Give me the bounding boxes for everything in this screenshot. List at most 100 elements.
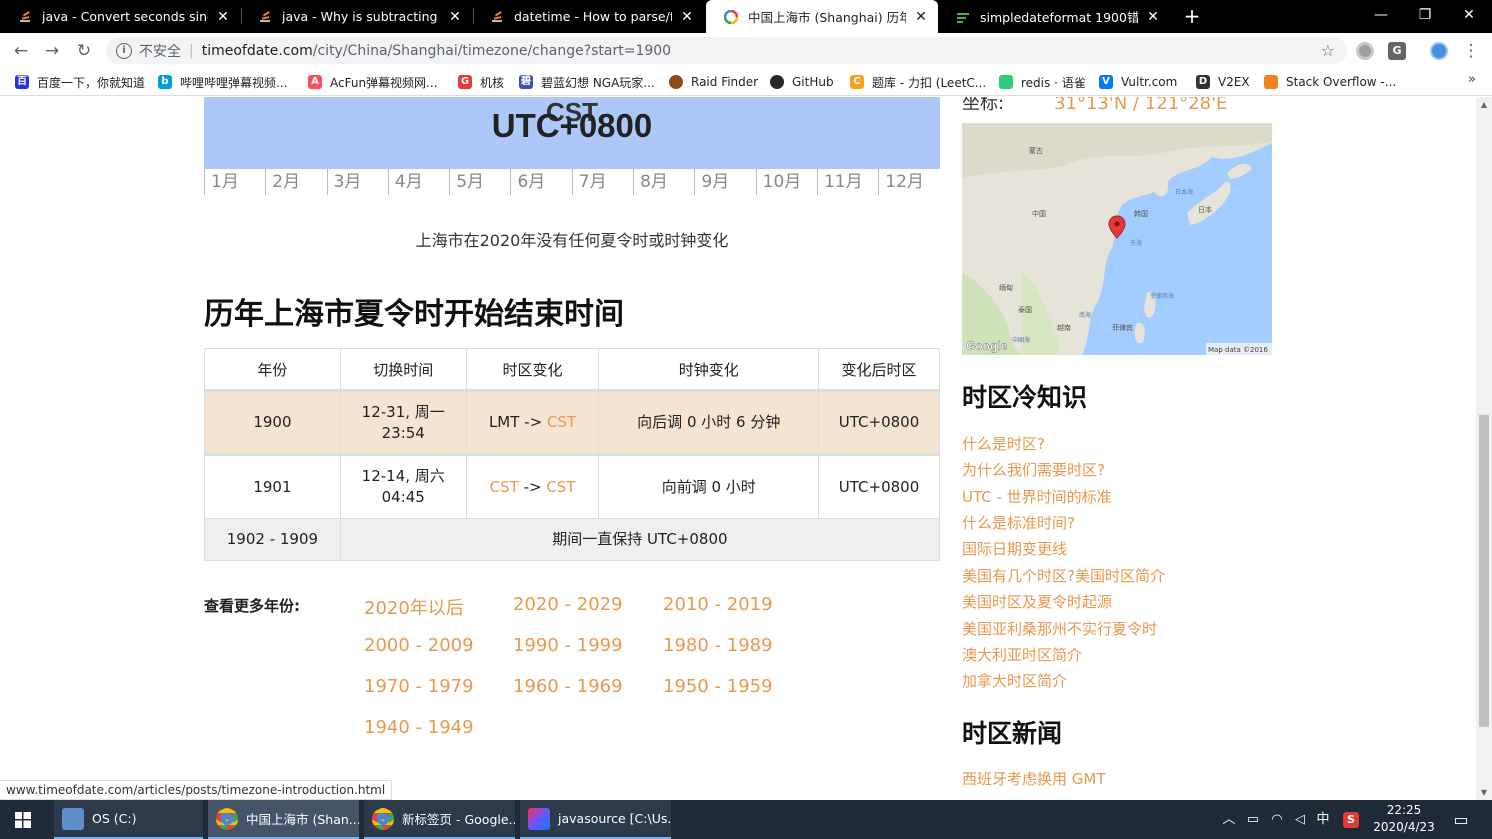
info-icon[interactable]: i [116,42,132,59]
bookmark-gcores[interactable]: G 机核 [458,72,504,92]
trivia-link[interactable]: 为什么我们需要时区? [962,459,1105,480]
clock-change-cell: 向后调 0 小时 6 分钟 [598,390,820,456]
switch-date: 12-14, 周六 [361,467,445,485]
bookmark-stackoverflow[interactable]: Stack Overflow -... [1264,72,1396,92]
year-range-link[interactable]: 1960 - 1969 [513,676,623,697]
minimize-button[interactable]: — [1358,0,1404,30]
location-map[interactable]: 蒙古 中国 韩国 日本海 日本 东海 缅甸 泰国 越南 南海 菲律宾海 菲律宾 … [962,123,1272,355]
bookmark-acfun[interactable]: A AcFun弹幕视频网... [308,72,438,92]
bookmark-github[interactable]: GitHub [770,72,834,92]
trivia-link[interactable]: UTC - 世界时间的标准 [962,486,1112,507]
from-zone-link[interactable]: CST [490,478,519,496]
trivia-link[interactable]: 澳大利亚时区简介 [962,644,1082,665]
bookmark-label: GitHub [792,75,834,89]
taskbar-label: 新标签页 - Google... [402,812,515,827]
year-range-link[interactable]: 1950 - 1959 [663,676,773,697]
map-label: 日本海 [1175,188,1193,196]
close-tab-icon[interactable]: ✕ [914,9,928,25]
tab-java-subtracting[interactable]: java - Why is subtracting these ✕ [240,0,472,33]
maximize-button[interactable]: ❐ [1402,0,1448,30]
page-title: 历年上海市夏令时开始结束时间 [204,297,624,332]
close-tab-icon[interactable]: ✕ [216,9,230,25]
year-range-link[interactable]: 2020年以后 [364,594,464,620]
trivia-link[interactable]: 美国亚利桑那州不实行夏令时 [962,618,1157,639]
year-range-link[interactable]: 2010 - 2019 [663,594,773,615]
bookmark-nga[interactable]: 碧碧蓝幻想 NGA玩家... [519,72,655,92]
notification-icon[interactable]: ▭ [1446,800,1476,839]
volume-icon[interactable]: ◁ [1289,800,1311,839]
scroll-up-icon[interactable]: ▲ [1476,100,1492,109]
tab-shanghai-dst[interactable]: 中国上海市 (Shanghai) 历年夏令 ✕ [706,0,938,33]
taskbar-item-chrome-shanghai[interactable]: 中国上海市 (Shan... [208,800,359,839]
scrollbar-thumb[interactable] [1479,415,1489,727]
bilibili-icon: b [158,75,172,89]
bookmark-v2ex[interactable]: D V2EX [1196,72,1250,92]
taskbar-item-chrome-newtab[interactable]: 新标签页 - Google... [364,800,515,839]
extension-icon[interactable] [1356,42,1374,60]
bookmark-bilibili[interactable]: b 哔哩哔哩弹幕视频... [158,72,287,92]
trivia-link[interactable]: 什么是时区? [962,433,1045,454]
bookmark-raid-finder[interactable]: Raid Finder [669,72,758,92]
bookmark-baidu[interactable]: 百百度一下，你就知道 [15,72,145,92]
trivia-link[interactable]: 美国有几个时区?美国时区简介 [962,565,1165,586]
battery-icon[interactable]: ▭ [1242,800,1264,839]
tab-java-convert-seconds[interactable]: java - Convert seconds since 01 ✕ [0,0,240,33]
ime-indicator[interactable]: 中 [1312,800,1334,839]
year-range-link[interactable]: 1970 - 1979 [364,676,474,697]
wifi-icon[interactable]: ◠ [1266,800,1288,839]
month-label: 1月 [204,169,265,195]
start-button[interactable] [0,800,46,839]
new-tab-button[interactable]: + [1181,4,1203,28]
close-tab-icon[interactable]: ✕ [1146,9,1160,25]
taskbar-label: OS (C:) [92,811,137,826]
forward-icon[interactable]: → [40,39,64,63]
bookmark-vultr[interactable]: V Vultr.com [1099,72,1177,92]
table-header-row: 年份 切换时间 时区变化 时钟变化 变化后时区 [204,348,940,392]
bookmarks-overflow-button[interactable]: » [1468,72,1476,87]
trivia-link[interactable]: 国际日期变更线 [962,538,1067,559]
map-label: 南海 [1079,311,1091,319]
year-range-link[interactable]: 1940 - 1949 [364,717,474,738]
month-label: 4月 [387,169,449,195]
trivia-link[interactable]: 加拿大时区简介 [962,670,1067,691]
baidu-icon: 百 [15,75,29,89]
profile-avatar[interactable] [1430,42,1448,60]
trivia-link[interactable]: 什么是标准时间? [962,512,1075,533]
nga-icon: 碧 [519,75,533,89]
reload-icon[interactable]: ↻ [72,39,96,63]
address-bar[interactable]: i 不安全 | timeofdate.com/city/China/Shangh… [106,37,1347,64]
year-range-link[interactable]: 2000 - 2009 [364,635,474,656]
news-link[interactable]: 西班牙考虑换用 GMT [962,768,1106,789]
range-note-cell: 期间一直保持 UTC+0800 [339,518,941,561]
close-window-button[interactable]: ✕ [1446,0,1492,30]
sogou-input-icon[interactable]: S [1340,800,1362,839]
taskbar-item-intellij[interactable]: javasource [C:\Us... [520,800,671,839]
year-range-link[interactable]: 1980 - 1989 [663,635,773,656]
news-heading: 时区新闻 [962,719,1063,748]
tab-datetime-parse[interactable]: datetime - How to parse/format ✕ [472,0,704,33]
acfun-icon: A [308,75,322,89]
page-scrollbar[interactable]: ▲ ▼ [1476,97,1492,800]
to-zone-link[interactable]: CST [546,478,575,496]
tray-overflow-icon[interactable]: ︿ [1218,800,1240,839]
bookmark-label: redis · 语雀 [1021,75,1086,90]
status-bar-url: www.timeofdate.com/articles/posts/timezo… [0,780,393,800]
scroll-down-icon[interactable]: ▼ [1476,788,1492,797]
close-tab-icon[interactable]: ✕ [680,9,694,25]
month-label: 9月 [694,169,755,195]
to-zone-link[interactable]: CST [547,413,576,431]
close-tab-icon[interactable]: ✕ [448,9,462,25]
trivia-link[interactable]: 美国时区及夏令时起源 [962,591,1112,612]
system-clock[interactable]: 22:25 2020/4/23 [1368,802,1440,836]
bookmark-leetcode[interactable]: C 题库 - 力扣 (LeetC... [850,72,986,92]
year-range-link[interactable]: 2020 - 2029 [513,594,623,615]
back-icon[interactable]: ← [9,39,33,63]
year-range-link[interactable]: 1990 - 1999 [513,635,623,656]
tab-simpledateformat[interactable]: simpledateformat 1900错误 - 谷 ✕ [938,0,1170,33]
bookmark-redis-yuque[interactable]: redis · 语雀 [999,72,1086,92]
bookmark-star-icon[interactable]: ☆ [1321,41,1335,60]
menu-icon[interactable]: ⋮ [1459,39,1483,63]
taskbar-item-explorer[interactable]: OS (C:) [54,800,203,839]
timezone-offset: UTC+0800 [491,107,653,144]
grammarly-icon[interactable]: G [1388,42,1406,60]
